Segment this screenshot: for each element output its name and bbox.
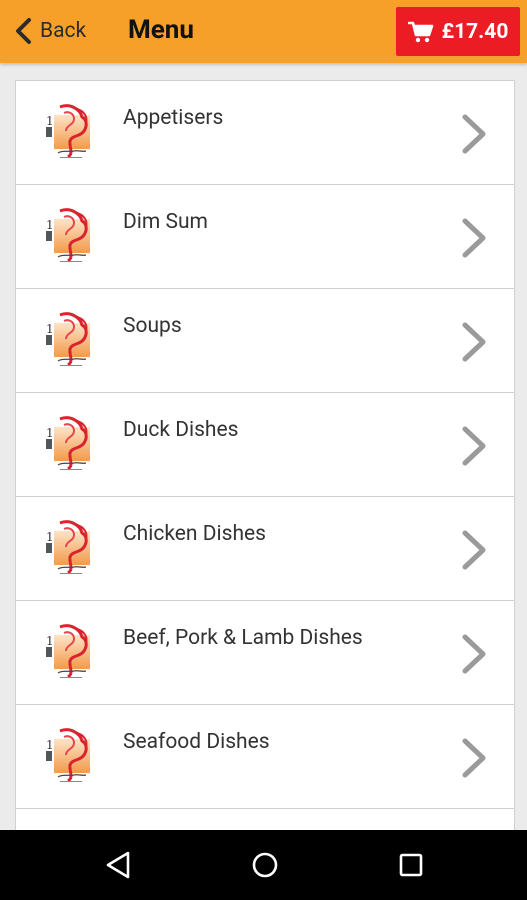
back-label: Back (40, 19, 87, 43)
category-label: Soups (123, 314, 182, 338)
cart-total: £17.40 (441, 19, 509, 44)
nav-recents-icon[interactable] (397, 850, 425, 884)
category-row[interactable]: 1 Dim Sum (16, 185, 514, 289)
category-row[interactable]: 1 Seafood Dishes (16, 705, 514, 809)
cart-icon (407, 21, 433, 42)
chevron-right-icon (459, 113, 489, 159)
chevron-right-icon (459, 425, 489, 471)
chevron-right-icon (459, 529, 489, 575)
app-bar: Back Menu £17.40 (0, 0, 527, 63)
restaurant-logo-icon: 1 (44, 727, 94, 785)
category-label: Duck Dishes (123, 418, 239, 442)
category-row[interactable]: 1 Duck Dishes (16, 393, 514, 497)
page-title: Menu (128, 15, 194, 45)
category-row[interactable]: 1 Beef, Pork & Lamb Dishes (16, 601, 514, 705)
restaurant-logo-icon: 1 (44, 103, 94, 161)
system-nav-bar (0, 830, 527, 900)
nav-home-icon[interactable] (250, 850, 280, 884)
svg-text:1: 1 (46, 322, 54, 336)
restaurant-logo-icon: 1 (44, 207, 94, 265)
restaurant-logo-icon: 1 (44, 311, 94, 369)
nav-back-icon[interactable] (104, 850, 132, 884)
chevron-right-icon (459, 633, 489, 679)
svg-text:1: 1 (46, 634, 54, 648)
svg-text:1: 1 (46, 426, 54, 440)
svg-text:1: 1 (46, 114, 54, 128)
category-label: Dim Sum (123, 210, 208, 234)
chevron-left-icon (16, 18, 31, 44)
category-label: Seafood Dishes (123, 730, 270, 754)
back-button[interactable]: Back (14, 14, 86, 48)
chevron-right-icon (459, 737, 489, 783)
chevron-right-icon (459, 217, 489, 263)
svg-text:1: 1 (46, 530, 54, 544)
category-row[interactable]: 1 Appetisers (16, 81, 514, 185)
category-row[interactable]: 1 (16, 809, 514, 831)
category-label: Appetisers (123, 106, 224, 130)
cart-button[interactable]: £17.40 (396, 7, 520, 56)
restaurant-logo-icon: 1 (44, 519, 94, 577)
category-row[interactable]: 1 Soups (16, 289, 514, 393)
category-list: 1 Appetisers 1 Dim Sum 1 Soups 1 Duck Dishes 1 Ch… (15, 80, 515, 832)
category-label: Chicken Dishes (123, 522, 266, 546)
restaurant-logo-icon: 1 (44, 415, 94, 473)
category-row[interactable]: 1 Chicken Dishes (16, 497, 514, 601)
chevron-right-icon (459, 321, 489, 367)
svg-text:1: 1 (46, 738, 54, 752)
restaurant-logo-icon: 1 (44, 623, 94, 681)
category-label: Beef, Pork & Lamb Dishes (123, 626, 363, 650)
svg-text:1: 1 (46, 218, 54, 232)
